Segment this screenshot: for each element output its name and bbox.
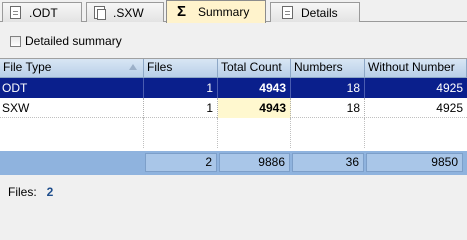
col-header-file-type[interactable]: File Type — [0, 59, 144, 78]
total-without-number: 9850 — [366, 153, 463, 172]
grid-line — [290, 118, 291, 148]
cell-files: 1 — [144, 98, 218, 118]
total-numbers: 36 — [292, 153, 364, 172]
cell-numbers: 18 — [291, 78, 365, 98]
cell-file-type: SXW — [0, 98, 144, 118]
col-header-total-count[interactable]: Total Count — [218, 59, 291, 78]
document-icon — [9, 5, 23, 20]
cell-numbers: 18 — [291, 98, 365, 118]
table-header: File Type Files Total Count Numbers With… — [0, 59, 467, 78]
cell-without-number: 4925 — [436, 101, 463, 115]
detailed-summary-checkbox[interactable] — [10, 35, 21, 47]
summary-table: File Type Files Total Count Numbers With… — [0, 58, 467, 175]
document-icon — [93, 5, 107, 20]
tab-bar: .ODT .SXW Σ Summary Details — [0, 0, 467, 23]
grid-line — [364, 118, 365, 148]
cell-without-number: 4925 — [436, 81, 463, 95]
tab-odt[interactable]: .ODT — [2, 2, 82, 22]
table-row[interactable]: ODT 1 4943 18 4925 — [0, 78, 467, 98]
table-row[interactable]: SXW 1 4943 18 4925 — [0, 98, 467, 118]
tab-sxw[interactable]: .SXW — [86, 2, 164, 22]
tab-details-label: Details — [301, 5, 338, 20]
col-header-numbers[interactable]: Numbers — [291, 59, 365, 78]
total-files: 2 — [145, 153, 217, 172]
cell-total-count: 4943 — [218, 78, 291, 98]
document-icon — [281, 5, 295, 20]
tab-details[interactable]: Details — [270, 2, 360, 22]
cell-files: 1 — [144, 78, 218, 98]
status-files-count: 2 — [46, 185, 54, 199]
status-bar: Files: 2 — [8, 185, 53, 199]
col-header-files[interactable]: Files — [144, 59, 218, 78]
grid-line — [143, 118, 144, 148]
tab-summary[interactable]: Σ Summary — [166, 0, 266, 23]
cell-file-type: ODT — [0, 78, 144, 98]
tab-odt-label: .ODT — [29, 5, 58, 20]
status-label: Files: — [8, 185, 37, 199]
tab-summary-label: Summary — [198, 5, 250, 19]
cell-total-count: 4943 — [218, 98, 291, 118]
tab-sxw-label: .SXW — [113, 5, 144, 20]
total-total-count: 9886 — [219, 153, 290, 172]
sort-ascending-icon — [129, 64, 137, 70]
detailed-summary-label: Detailed summary — [25, 34, 122, 48]
totals-row: 2 9886 36 9850 — [0, 151, 467, 175]
grid-line — [217, 118, 218, 148]
col-header-without-number[interactable]: Without Number — [365, 59, 467, 78]
sigma-icon: Σ — [177, 3, 187, 20]
detailed-summary-checkbox-row[interactable]: Detailed summary — [10, 34, 122, 48]
